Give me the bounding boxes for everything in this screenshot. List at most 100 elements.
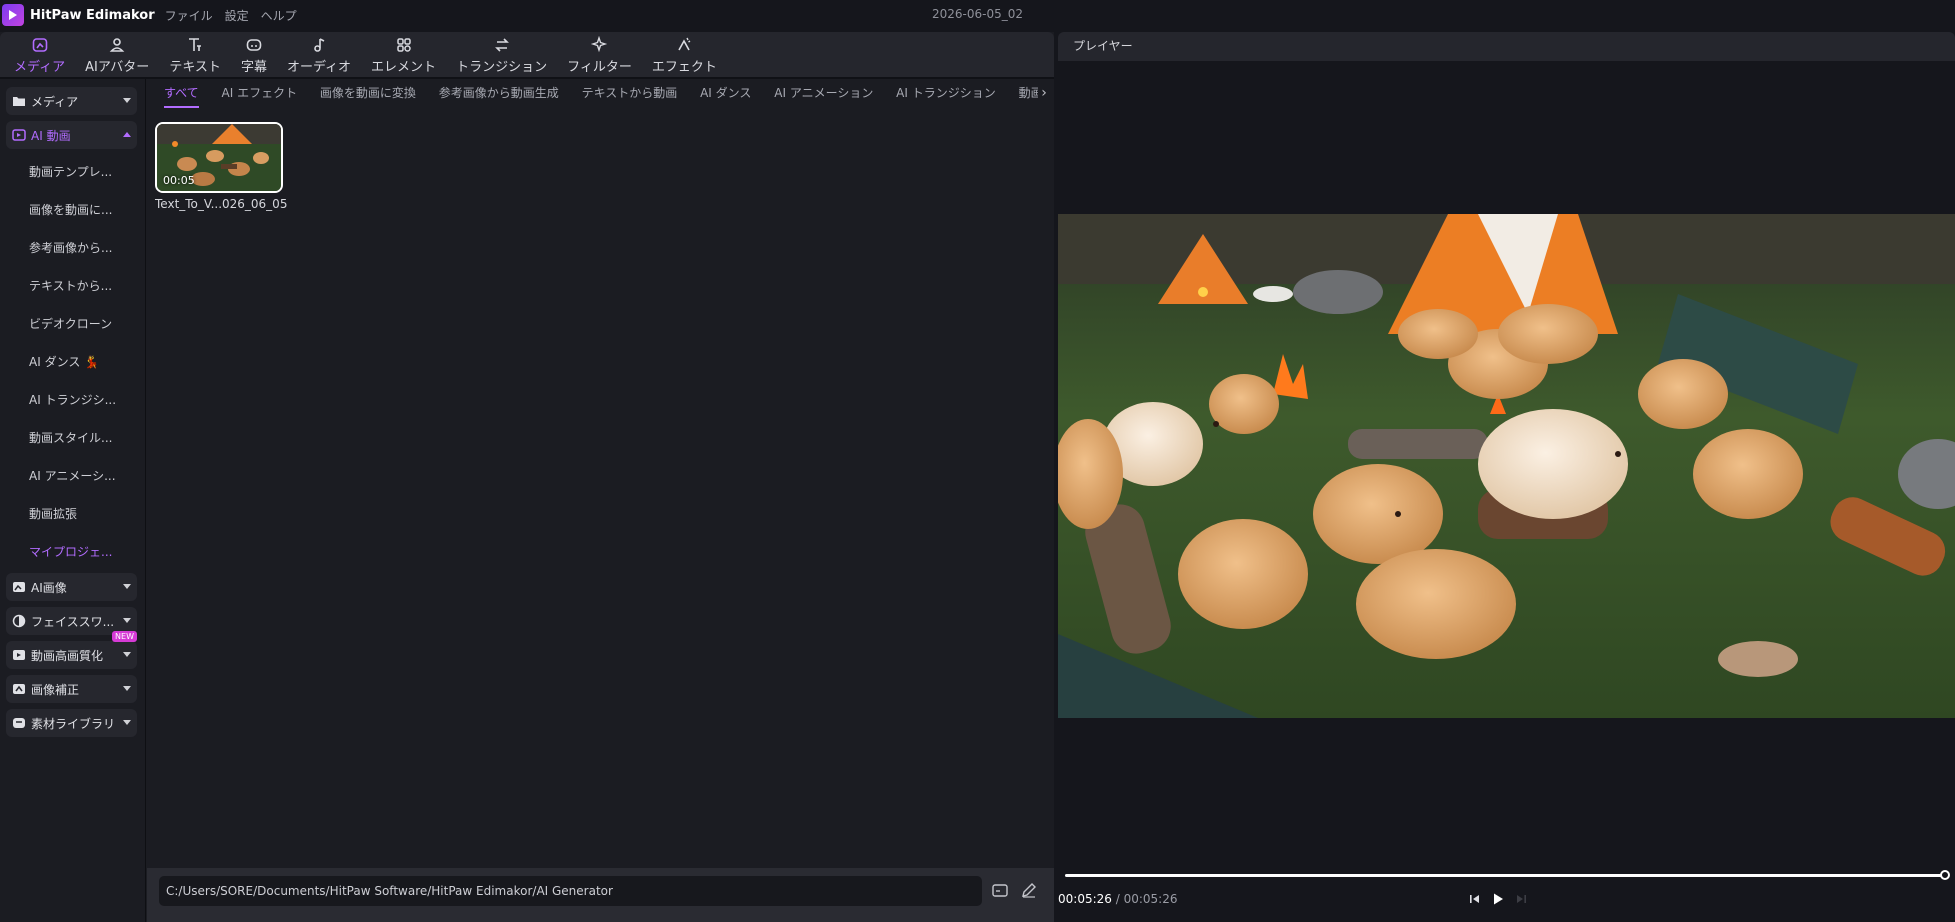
upscale-icon xyxy=(13,650,25,660)
app-logo-icon xyxy=(2,4,24,26)
chevron-right-icon[interactable]: › xyxy=(1038,79,1050,113)
sidebar-group-ai-video[interactable]: AI 動画 xyxy=(6,121,137,149)
face-swap-icon xyxy=(12,614,26,628)
folder-open-icon[interactable] xyxy=(991,881,1009,899)
avatar-icon xyxy=(109,38,125,52)
tab-text-to-video[interactable]: テキストから動画 xyxy=(582,79,678,113)
sidebar-group-label: 素材ライブラリ xyxy=(31,716,116,731)
sidebar-item-ai-transition[interactable]: AI トランジシ... xyxy=(0,381,145,419)
transition-icon xyxy=(494,38,509,52)
main-toolbar: メディア AIアバター テキスト 字幕 オーディオ エレメント トランジション xyxy=(0,32,1054,77)
media-item[interactable]: 00:05 Text_To_V...026_06_05 xyxy=(155,122,288,211)
menu-settings[interactable]: 設定 xyxy=(225,7,249,24)
next-frame-icon[interactable] xyxy=(1514,892,1528,906)
tool-label: オーディオ xyxy=(286,60,352,75)
path-bar xyxy=(147,868,1054,922)
progress-handle[interactable] xyxy=(1940,870,1950,880)
tool-subtitle[interactable]: 字幕 xyxy=(231,32,277,77)
sidebar-item-video-template[interactable]: 動画テンプレ... xyxy=(0,153,145,191)
chevron-down-icon xyxy=(123,584,131,589)
sidebar-group-label: AI画像 xyxy=(31,580,67,595)
media-content: すべて AI エフェクト 画像を動画に変換 参考画像から動画生成 テキストから動… xyxy=(147,79,1054,899)
tool-element[interactable]: エレメント xyxy=(361,32,446,77)
tab-reference-image[interactable]: 参考画像から動画生成 xyxy=(439,79,559,113)
sidebar-item-video-clone[interactable]: ビデオクローン xyxy=(0,305,145,343)
tool-label: 字幕 xyxy=(240,60,267,75)
sidebar-group-ai-image[interactable]: AI画像 xyxy=(6,573,137,601)
chevron-down-icon xyxy=(123,618,131,623)
menu-help[interactable]: ヘルプ xyxy=(261,7,297,24)
video-preview[interactable] xyxy=(1058,214,1955,718)
tab-image-to-video[interactable]: 画像を動画に変換 xyxy=(320,79,416,113)
filter-icon xyxy=(591,36,608,53)
media-panel: メディア AIアバター テキスト 字幕 オーディオ エレメント トランジション xyxy=(0,32,1054,922)
play-icon[interactable] xyxy=(1491,892,1505,906)
new-badge: NEW xyxy=(112,631,137,642)
sidebar-item-text-to-video[interactable]: テキストから... xyxy=(0,267,145,305)
sidebar-group-label: 動画高画質化 xyxy=(31,648,104,663)
element-icon xyxy=(396,38,411,52)
media-icon xyxy=(32,38,47,52)
player-panel: プレイヤー 00:05:26 / 00:05:26 xyxy=(1058,32,1955,922)
chevron-down-icon xyxy=(123,652,131,657)
progress-bar[interactable] xyxy=(1065,874,1946,877)
tab-ai-effect[interactable]: AI エフェクト xyxy=(222,79,298,113)
tool-transition[interactable]: トランジション xyxy=(446,32,557,77)
image-enhance-icon xyxy=(13,684,25,694)
tool-text[interactable]: テキスト xyxy=(159,32,231,77)
time-separator: / xyxy=(1111,892,1124,906)
app-name: HitPaw Edimakor xyxy=(30,7,155,23)
tab-ai-animation[interactable]: AI アニメーション xyxy=(774,79,873,113)
sidebar-group-label: 画像補正 xyxy=(31,682,80,697)
effect-icon xyxy=(678,37,691,51)
tool-label: AIアバター xyxy=(85,60,150,75)
tab-all[interactable]: すべて xyxy=(164,79,199,113)
menu-file[interactable]: ファイル xyxy=(165,7,213,24)
tab-ai-transition[interactable]: AI トランジション xyxy=(896,79,996,113)
sidebar-group-image-enhance[interactable]: 画像補正 xyxy=(6,675,137,703)
project-title[interactable]: 2026-06-05_02 xyxy=(932,7,1023,21)
audio-icon xyxy=(314,38,325,52)
timecode: 00:05:26 / 00:05:26 xyxy=(1058,892,1177,906)
library-icon xyxy=(13,718,25,728)
tool-label: メディア xyxy=(14,60,66,75)
edit-icon[interactable] xyxy=(1020,881,1038,899)
path-input[interactable] xyxy=(159,876,982,906)
current-time: 00:05:26 xyxy=(1058,892,1112,906)
sidebar-group-label: AI 動画 xyxy=(31,128,71,143)
sidebar-item-video-style[interactable]: 動画スタイル... xyxy=(0,419,145,457)
sidebar-group-media[interactable]: メディア xyxy=(6,87,137,115)
sidebar-item-image-to-video[interactable]: 画像を動画に... xyxy=(0,191,145,229)
chevron-down-icon xyxy=(123,98,131,103)
tool-filter[interactable]: フィルター xyxy=(557,32,642,77)
category-tabs: すべて AI エフェクト 画像を動画に変換 参考画像から動画生成 テキストから動… xyxy=(147,79,1050,113)
media-thumbnail[interactable]: 00:05 xyxy=(155,122,283,193)
ai-video-icon xyxy=(12,129,26,141)
media-duration: 00:05 xyxy=(163,174,195,187)
subtitle-icon xyxy=(246,39,262,51)
media-filename: Text_To_V...026_06_05 xyxy=(155,197,288,211)
sidebar-group-label: フェイススワ... xyxy=(31,614,115,629)
tool-effect[interactable]: エフェクト xyxy=(642,32,727,77)
sidebar-item-video-extend[interactable]: 動画拡張 xyxy=(0,495,145,533)
chevron-down-icon xyxy=(123,720,131,725)
tool-ai-avatar[interactable]: AIアバター xyxy=(75,32,159,77)
sidebar-item-ai-animation[interactable]: AI アニメーシ... xyxy=(0,457,145,495)
sidebar-item-reference-image[interactable]: 参考画像から... xyxy=(0,229,145,267)
tool-media[interactable]: メディア xyxy=(4,32,75,77)
chevron-down-icon xyxy=(123,686,131,691)
sidebar-group-label: メディア xyxy=(31,94,79,109)
sidebar-group-upscale[interactable]: 動画高画質化 NEW xyxy=(6,631,137,669)
tool-audio[interactable]: オーディオ xyxy=(277,32,361,77)
sidebar-group-library[interactable]: 素材ライブラリ xyxy=(6,709,137,737)
ai-image-icon xyxy=(13,582,25,592)
folder-icon xyxy=(13,97,25,106)
sidebar-item-ai-dance[interactable]: AI ダンス 💃 xyxy=(0,343,145,381)
tab-ai-dance[interactable]: AI ダンス xyxy=(700,79,751,113)
sidebar-item-my-projects[interactable]: マイプロジェ... xyxy=(0,533,145,571)
total-time: 00:05:26 xyxy=(1123,892,1178,906)
chevron-up-icon xyxy=(123,132,131,137)
previous-frame-icon[interactable] xyxy=(1468,892,1482,906)
player-header: プレイヤー xyxy=(1058,32,1955,61)
tool-label: トランジション xyxy=(456,60,548,75)
